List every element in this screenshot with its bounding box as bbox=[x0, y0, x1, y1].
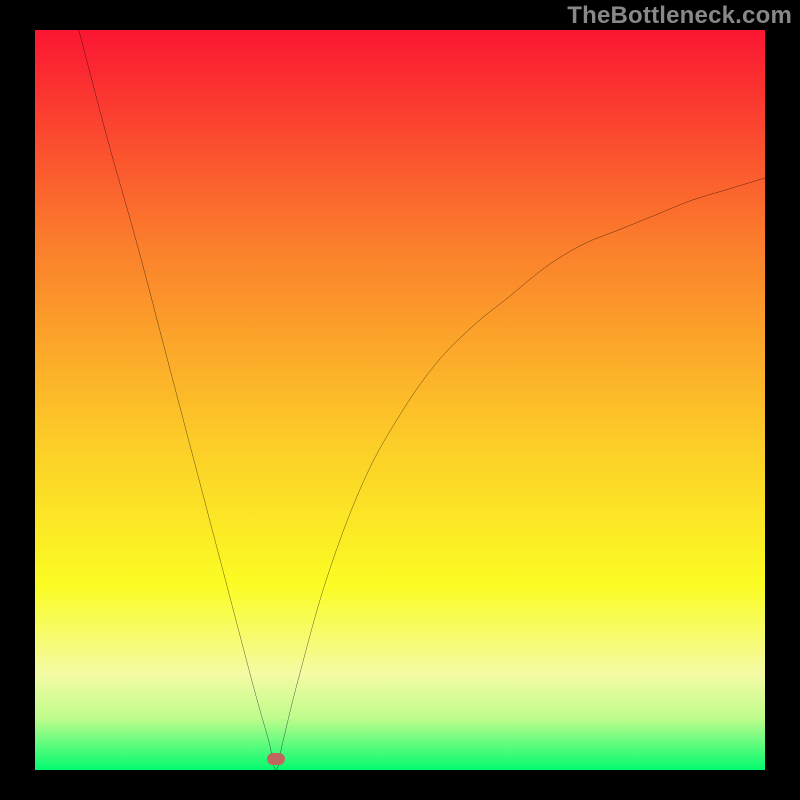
curve-path bbox=[79, 30, 765, 770]
chart-container: TheBottleneck.com bbox=[0, 0, 800, 800]
bottleneck-curve bbox=[35, 30, 765, 770]
plot-area bbox=[35, 30, 765, 770]
minimum-marker bbox=[267, 753, 285, 765]
watermark-text: TheBottleneck.com bbox=[567, 2, 792, 30]
